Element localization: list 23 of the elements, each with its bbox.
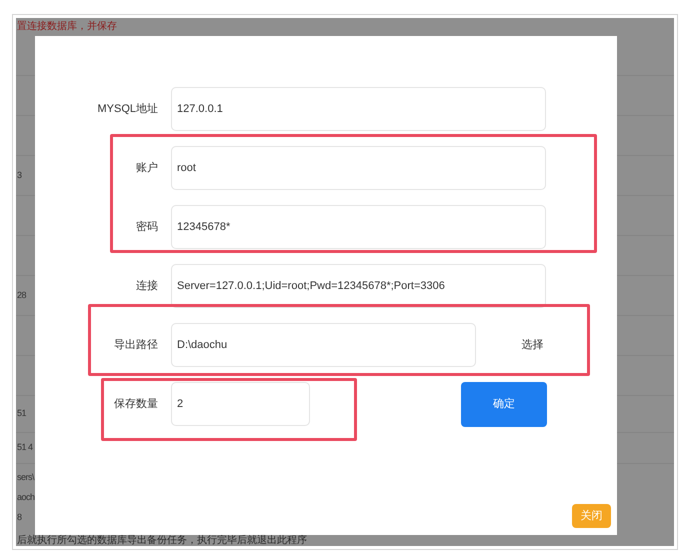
notice-text: 置连接数据库，并保存 [16,21,117,33]
table-cell-text: 3 [16,168,22,182]
field-label: MYSQL地址 [96,102,158,117]
input-field[interactable]: root [171,146,546,190]
field-label: 导出路径 [113,338,158,353]
input-field[interactable]: Server=127.0.0.1;Uid=root;Pwd=12345678*;Port=3306 [171,264,546,308]
choose-button[interactable]: 选择 [495,323,570,367]
path-text: aoch [16,491,35,504]
path-text: 8 [16,511,22,524]
table-cell-text: 51 [16,407,26,420]
table-cell-text: 51 4 [16,441,33,454]
table-cell-text: 28 [16,288,26,302]
input-field[interactable]: 2 [171,382,310,426]
input-field[interactable]: 12345678* [171,205,546,249]
input-field[interactable]: D:\daochu [171,323,476,367]
field-label: 账户 [135,160,158,176]
field-label: 保存数量 [113,396,158,412]
input-field[interactable]: 127.0.0.1 [171,87,546,131]
field-label: 连接 [135,278,158,294]
path-text: sers\ [16,471,34,484]
confirm-button[interactable]: 确定 [461,382,547,426]
field-label: 密码 [135,220,158,235]
footer-note: 后就执行所勾选的数据库导出备份任务，执行完毕后就退出此程序 [17,535,307,546]
